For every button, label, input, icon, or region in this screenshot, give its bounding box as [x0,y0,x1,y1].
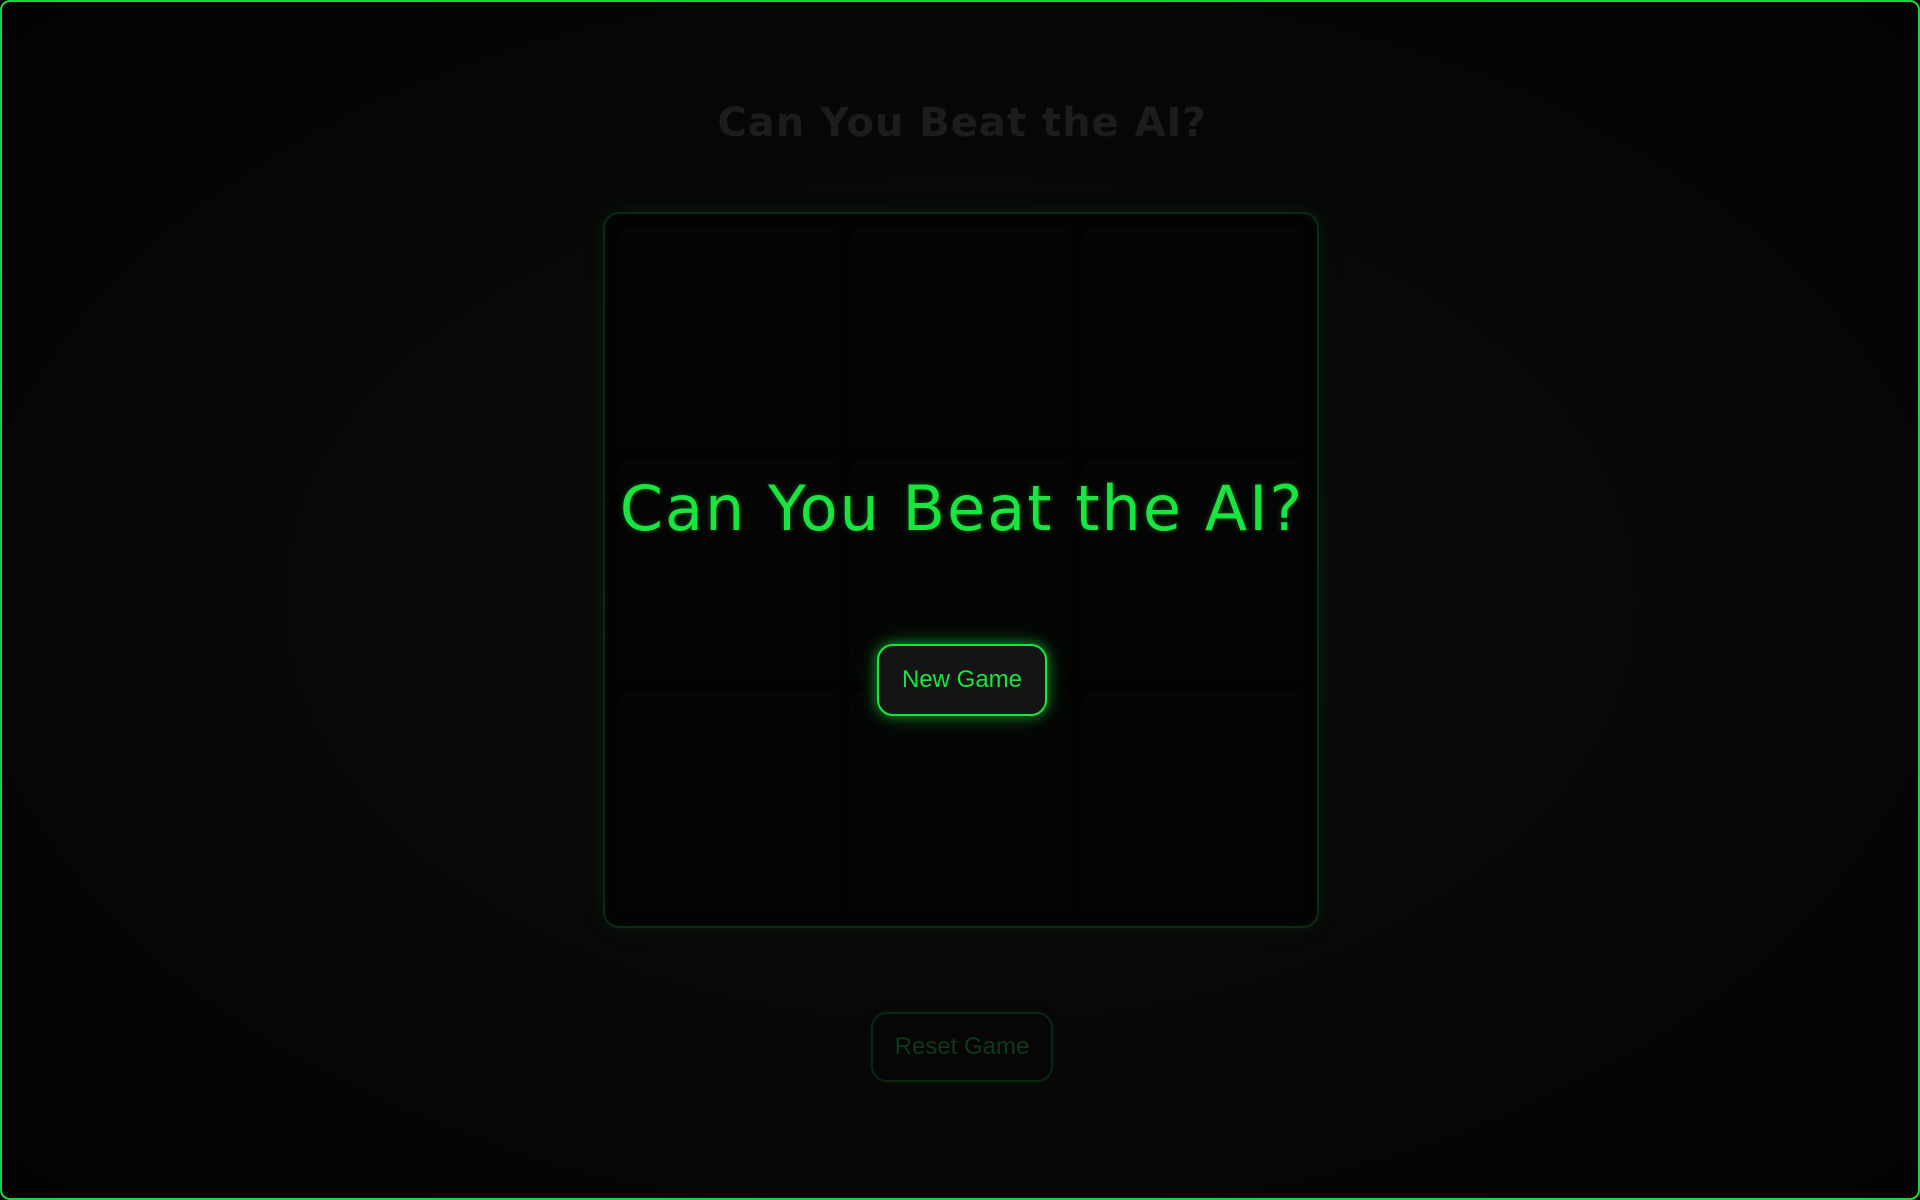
overlay-title: Can You Beat the AI? [619,472,1305,545]
start-overlay: Can You Beat the AI? New Game [2,2,1918,1198]
new-game-button[interactable]: New Game [877,644,1047,716]
app-frame: Can You Beat the AI? Reset Game Can You … [0,0,1920,1200]
